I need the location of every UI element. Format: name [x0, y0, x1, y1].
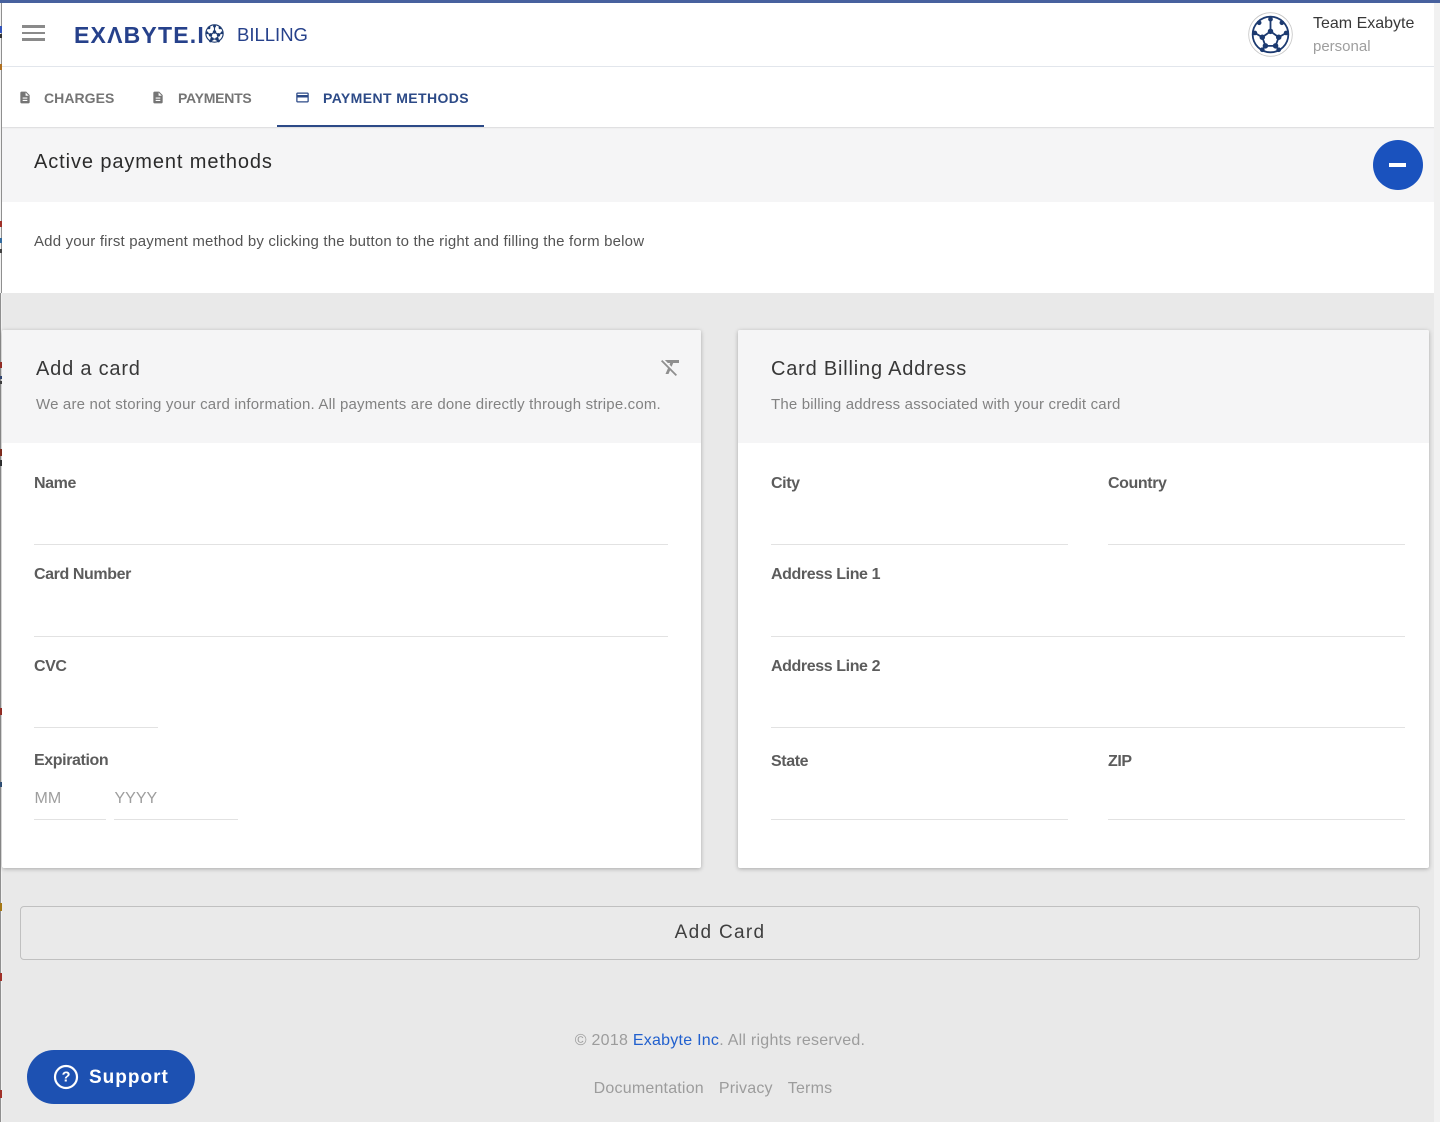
svg-text:?: ?	[62, 1070, 71, 1086]
